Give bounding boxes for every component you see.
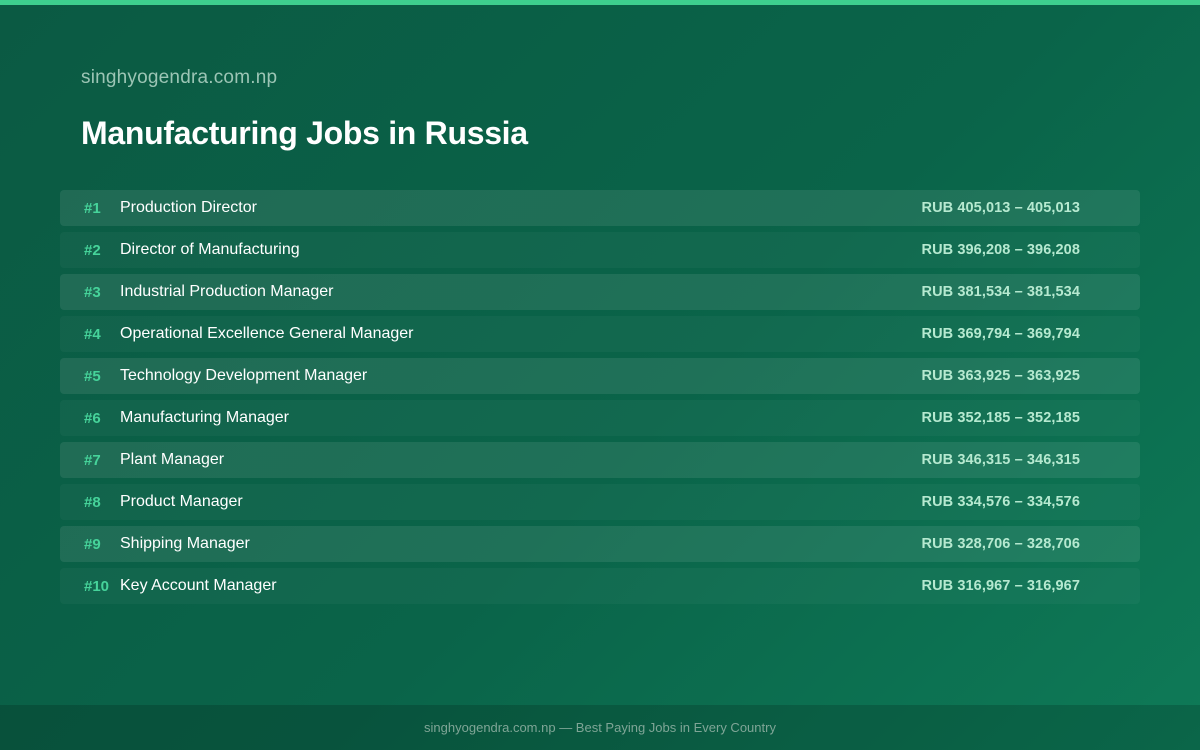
job-rank: #8 bbox=[84, 493, 101, 511]
job-row: #7 Plant Manager RUB 346,315 – 346,315 bbox=[60, 442, 1140, 478]
job-rank: #3 bbox=[84, 283, 101, 301]
job-row: #9 Shipping Manager RUB 328,706 – 328,70… bbox=[60, 526, 1140, 562]
job-title: Manufacturing Manager bbox=[120, 409, 289, 426]
job-rank: #7 bbox=[84, 451, 101, 469]
job-title: Key Account Manager bbox=[120, 577, 277, 594]
footer-text: singhyogendra.com.np — Best Paying Jobs … bbox=[424, 720, 776, 735]
job-salary: RUB 316,967 – 316,967 bbox=[921, 578, 1080, 594]
job-salary: RUB 369,794 – 369,794 bbox=[921, 326, 1080, 342]
footer: singhyogendra.com.np — Best Paying Jobs … bbox=[0, 705, 1200, 750]
job-title: Operational Excellence General Manager bbox=[120, 325, 414, 342]
job-title: Shipping Manager bbox=[120, 535, 250, 552]
page-title: Manufacturing Jobs in Russia bbox=[81, 115, 528, 151]
job-salary: RUB 405,013 – 405,013 bbox=[921, 200, 1080, 216]
job-list: #1 Production Director RUB 405,013 – 405… bbox=[60, 190, 1140, 610]
job-salary: RUB 396,208 – 396,208 bbox=[921, 242, 1080, 258]
job-rank: #5 bbox=[84, 367, 101, 385]
job-title: Industrial Production Manager bbox=[120, 283, 334, 300]
job-row: #3 Industrial Production Manager RUB 381… bbox=[60, 274, 1140, 310]
job-rank: #4 bbox=[84, 325, 101, 343]
job-rank: #6 bbox=[84, 409, 101, 427]
job-rank: #2 bbox=[84, 241, 101, 259]
job-rank: #10 bbox=[84, 577, 110, 595]
job-rank: #1 bbox=[84, 199, 101, 217]
job-row: #1 Production Director RUB 405,013 – 405… bbox=[60, 190, 1140, 226]
job-title: Plant Manager bbox=[120, 451, 225, 468]
job-row: #2 Director of Manufacturing RUB 396,208… bbox=[60, 232, 1140, 268]
job-salary: RUB 334,576 – 334,576 bbox=[921, 494, 1080, 510]
job-title: Product Manager bbox=[120, 493, 243, 510]
job-salary: RUB 346,315 – 346,315 bbox=[921, 452, 1080, 468]
job-row: #10 Key Account Manager RUB 316,967 – 31… bbox=[60, 568, 1140, 604]
job-row: #6 Manufacturing Manager RUB 352,185 – 3… bbox=[60, 400, 1140, 436]
job-row: #5 Technology Development Manager RUB 36… bbox=[60, 358, 1140, 394]
top-accent-bar bbox=[0, 0, 1200, 5]
job-row: #4 Operational Excellence General Manage… bbox=[60, 316, 1140, 352]
job-title: Technology Development Manager bbox=[120, 367, 368, 384]
job-salary: RUB 328,706 – 328,706 bbox=[921, 536, 1080, 552]
job-salary: RUB 363,925 – 363,925 bbox=[921, 368, 1080, 384]
site-name: singhyogendra.com.np bbox=[81, 67, 278, 88]
job-rank: #9 bbox=[84, 535, 101, 553]
job-salary: RUB 381,534 – 381,534 bbox=[921, 284, 1080, 300]
job-row: #8 Product Manager RUB 334,576 – 334,576 bbox=[60, 484, 1140, 520]
job-title: Director of Manufacturing bbox=[120, 241, 300, 258]
job-salary: RUB 352,185 – 352,185 bbox=[921, 410, 1080, 426]
job-title: Production Director bbox=[120, 199, 257, 216]
